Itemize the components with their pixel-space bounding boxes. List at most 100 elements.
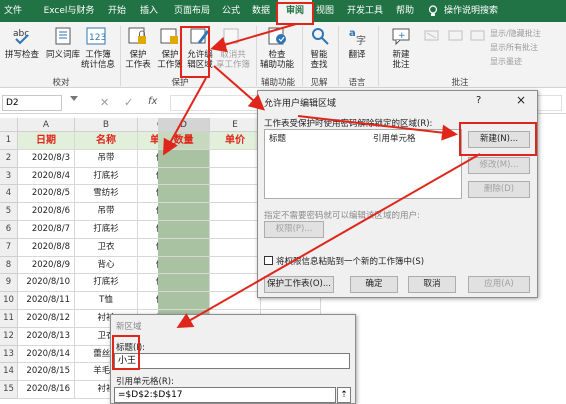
tab-view[interactable]: 视图 <box>312 0 338 22</box>
table-cell[interactable]: 背心 <box>75 256 138 275</box>
row-header[interactable]: 1 <box>0 132 18 150</box>
row-header[interactable]: 3 <box>0 167 18 186</box>
row-header[interactable]: 5 <box>0 203 18 221</box>
table-cell[interactable]: 打底衫 <box>75 221 138 239</box>
modify-range-button[interactable]: 修改(M)... <box>468 157 530 174</box>
header-cell[interactable]: 数量 <box>158 132 210 150</box>
collapse-dialog-icon[interactable]: ⇡ <box>337 387 351 403</box>
header-cell[interactable]: 单价 <box>210 132 261 150</box>
tab-data[interactable]: 数据 <box>248 0 274 22</box>
close-icon[interactable]: × <box>516 93 526 107</box>
table-cell[interactable]: 打底衫 <box>75 167 138 186</box>
table-cell[interactable] <box>210 185 261 204</box>
show-all-comments-button[interactable]: 显示所有批注 <box>490 42 538 53</box>
row-header[interactable]: 4 <box>0 185 18 204</box>
row-header[interactable]: 15 <box>0 381 18 399</box>
table-cell[interactable] <box>158 274 210 293</box>
cancel-button[interactable]: 取消 <box>408 276 456 293</box>
table-cell[interactable]: 2020/8/12 <box>18 310 75 328</box>
table-cell[interactable] <box>158 149 210 168</box>
tab-developer[interactable]: 开发工具 <box>342 0 388 22</box>
row-header[interactable]: 11 <box>0 310 18 328</box>
tab-file[interactable]: 文件 <box>2 0 24 22</box>
tab-help[interactable]: 帮助 <box>392 0 418 22</box>
table-cell[interactable] <box>210 274 261 293</box>
column-header-e[interactable]: E <box>210 118 261 132</box>
table-cell[interactable]: 2020/8/9 <box>18 256 75 275</box>
delete-range-button[interactable]: 删除(D) <box>468 181 530 198</box>
table-cell[interactable] <box>210 221 261 239</box>
permissions-button[interactable]: 权限(P)... <box>264 221 324 238</box>
table-cell[interactable]: 2020/8/5 <box>18 185 75 204</box>
cancel-entry-icon[interactable]: ✕ <box>100 96 109 109</box>
show-hide-comment-button[interactable]: 显示/隐藏批注 <box>490 28 541 39</box>
row-header[interactable]: 8 <box>0 256 18 275</box>
table-cell[interactable]: 2020/8/16 <box>18 381 75 399</box>
row-header[interactable]: 9 <box>0 274 18 293</box>
row-header[interactable]: 7 <box>0 238 18 257</box>
row-header[interactable]: 14 <box>0 363 18 382</box>
range-title-input[interactable]: 小王 <box>114 353 350 369</box>
table-cell[interactable] <box>210 256 261 275</box>
select-all-corner[interactable] <box>0 118 18 132</box>
smart-lookup-button[interactable]: 智能 查找 <box>302 50 336 70</box>
table-cell[interactable] <box>158 292 210 310</box>
table-cell[interactable]: 卫衣 <box>75 238 138 257</box>
table-cell[interactable]: 2020/8/6 <box>18 203 75 221</box>
table-cell[interactable] <box>158 203 210 221</box>
help-icon[interactable]: ? <box>476 95 481 106</box>
table-cell[interactable] <box>210 203 261 221</box>
tab-formulas[interactable]: 公式 <box>218 0 244 22</box>
table-cell[interactable]: 2020/8/14 <box>18 345 75 364</box>
tab-page-layout[interactable]: 页面布局 <box>168 0 216 22</box>
table-cell[interactable]: 2020/8/3 <box>18 149 75 168</box>
row-header[interactable]: 6 <box>0 221 18 239</box>
ranges-list[interactable]: 标题 引用单元格 <box>264 129 462 199</box>
table-cell[interactable]: 2020/8/7 <box>18 221 75 239</box>
table-cell[interactable]: 2020/8/13 <box>18 327 75 346</box>
table-cell[interactable]: 2020/8/11 <box>18 292 75 310</box>
function-icon[interactable]: fx <box>148 96 157 107</box>
table-cell[interactable]: 吊带 <box>75 149 138 168</box>
table-cell[interactable]: 雪纺衫 <box>75 185 138 204</box>
table-cell[interactable]: 2020/8/4 <box>18 167 75 186</box>
table-cell[interactable] <box>210 238 261 257</box>
header-cell[interactable]: 名称 <box>75 132 138 150</box>
row-header[interactable]: 13 <box>0 345 18 364</box>
column-header-a[interactable]: A <box>18 118 75 132</box>
paste-permissions-checkbox[interactable] <box>264 256 273 265</box>
translate-button[interactable]: 翻译 <box>342 50 372 60</box>
table-cell[interactable] <box>158 167 210 186</box>
table-cell[interactable] <box>210 292 261 310</box>
table-cell[interactable] <box>158 256 210 275</box>
name-box-dropdown-icon[interactable] <box>70 96 78 102</box>
tab-insert[interactable]: 插入 <box>136 0 162 22</box>
tab-excel-finance[interactable]: Excel与财务 <box>40 0 98 22</box>
tell-me-search[interactable]: 操作说明搜索 <box>444 0 520 22</box>
row-header[interactable]: 10 <box>0 292 18 310</box>
protect-sheet-button[interactable]: 保护 工作表 <box>120 50 156 70</box>
workbook-statistics-button[interactable]: 工作簿 统计信息 <box>78 50 118 70</box>
row-header[interactable]: 12 <box>0 327 18 346</box>
apply-button[interactable]: 应用(A) <box>468 276 530 293</box>
table-cell[interactable] <box>210 149 261 168</box>
range-ref-input[interactable]: =$D$2:$D$17 <box>114 387 336 403</box>
table-cell[interactable] <box>158 221 210 239</box>
table-cell[interactable]: 2020/8/8 <box>18 238 75 257</box>
column-header-b[interactable]: B <box>75 118 138 132</box>
show-ink-button[interactable]: 显示墨迹 <box>490 56 522 67</box>
new-comment-button[interactable]: 新建 批注 <box>384 50 418 70</box>
table-cell[interactable]: 2020/8/15 <box>18 363 75 382</box>
row-header[interactable]: 2 <box>0 149 18 168</box>
protect-sheet-dialog-button[interactable]: 保护工作表(O)... <box>264 276 334 293</box>
ok-button[interactable]: 确定 <box>350 276 398 293</box>
unshare-workbook-button[interactable]: 取消共 享工作簿 <box>214 50 252 70</box>
column-header-d[interactable]: D <box>158 118 210 132</box>
name-box[interactable]: D2 <box>2 95 62 111</box>
table-cell[interactable]: 2020/8/10 <box>18 274 75 293</box>
table-cell[interactable] <box>158 185 210 204</box>
table-cell[interactable] <box>210 167 261 186</box>
header-cell[interactable]: 日期 <box>18 132 75 150</box>
table-cell[interactable]: 吊带 <box>75 203 138 221</box>
table-cell[interactable] <box>158 238 210 257</box>
